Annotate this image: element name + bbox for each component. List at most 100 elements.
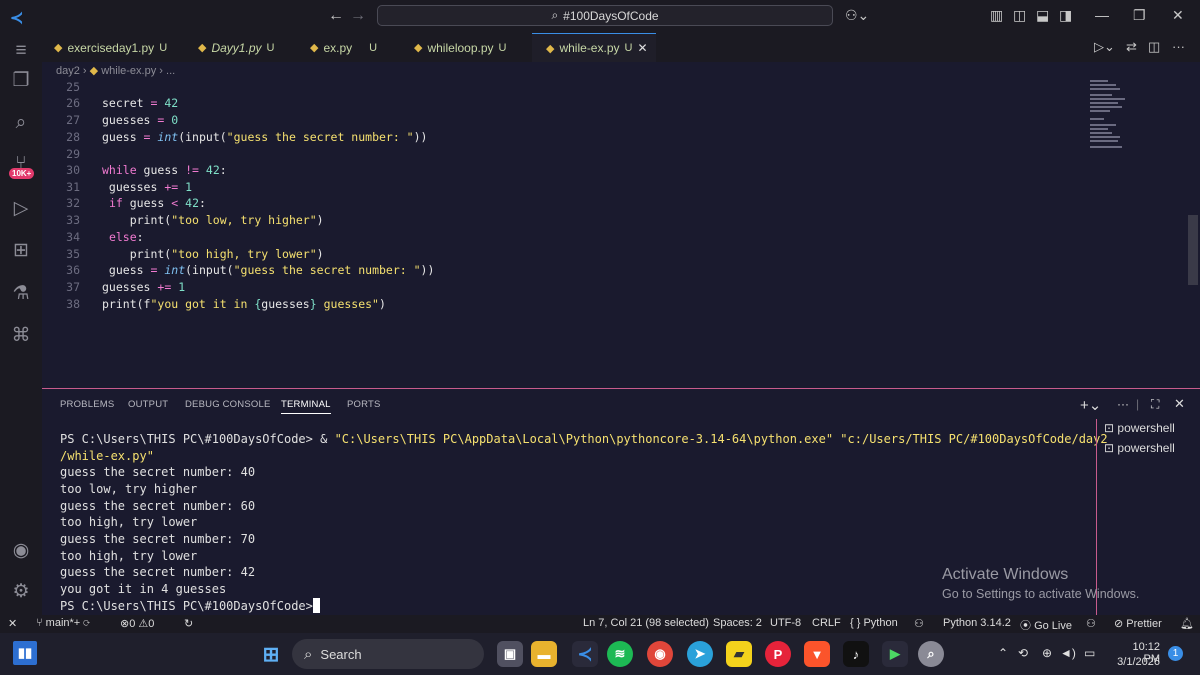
- code-line[interactable]: secret = 42: [102, 96, 178, 110]
- breadcrumb-folder[interactable]: day2: [56, 65, 80, 77]
- extensions-icon[interactable]: ⊞: [8, 238, 34, 264]
- back-arrow-icon[interactable]: ←: [328, 7, 344, 25]
- terminal-line[interactable]: guess the secret number: 42: [60, 565, 255, 579]
- go-live-button[interactable]: ⦿ Go Live: [1020, 617, 1072, 633]
- forward-arrow-icon[interactable]: →: [350, 7, 366, 25]
- sync-tray-icon[interactable]: ⟲: [1018, 646, 1028, 660]
- terminal-line[interactable]: guess the secret number: 70: [60, 532, 255, 546]
- widgets-icon[interactable]: ▮▮: [13, 641, 37, 665]
- terminal-line[interactable]: too low, try higher: [60, 482, 197, 496]
- pinterest-icon[interactable]: P: [765, 641, 791, 667]
- taskbar-search[interactable]: ⌕ Search: [292, 639, 484, 669]
- code-line[interactable]: print("too low, try higher"): [102, 213, 324, 227]
- notifications-bell-icon[interactable]: 🔔︎: [1180, 617, 1194, 630]
- terminal-line[interactable]: /while-ex.py": [60, 449, 154, 463]
- split-editor-icon[interactable]: ◫: [1148, 39, 1160, 55]
- new-terminal-icon[interactable]: +⌄: [1080, 396, 1101, 414]
- toggle-panel-icon[interactable]: ⬓: [1036, 7, 1049, 24]
- minimize-icon[interactable]: —: [1095, 7, 1109, 23]
- vscode-logo-icon[interactable]: ≺: [10, 8, 23, 28]
- command-search-box[interactable]: ⌕ #100DaysOfCode: [377, 5, 833, 26]
- maximize-panel-icon[interactable]: ⛶: [1151, 397, 1159, 412]
- terminal-instance[interactable]: ⊡ powershell: [1104, 421, 1175, 435]
- terminal-list-divider[interactable]: [1096, 419, 1097, 615]
- breadcrumb-more[interactable]: ...: [166, 65, 175, 77]
- code-line[interactable]: if guess < 42:: [102, 196, 206, 210]
- terminal-line[interactable]: guess the secret number: 40: [60, 465, 255, 479]
- code-line[interactable]: else:: [102, 230, 144, 244]
- python-icon[interactable]: ⌘: [8, 323, 34, 349]
- clock-date[interactable]: 3/1/2026: [1116, 656, 1160, 668]
- settings-gear-icon[interactable]: ⚙: [8, 579, 34, 605]
- toggle-sidebar-icon[interactable]: ◫: [1013, 7, 1026, 24]
- copilot-status-icon[interactable]: ⚇: [914, 617, 924, 630]
- language-globe-icon[interactable]: ⊕: [1042, 646, 1052, 660]
- notification-count-badge[interactable]: 1: [1168, 646, 1183, 661]
- terminal-line[interactable]: you got it in 4 guesses: [60, 582, 226, 596]
- tab-exerciseday1[interactable]: ◆ exerciseday1.py U: [54, 33, 167, 62]
- copilot-menu-icon[interactable]: ⚇: [1086, 617, 1096, 630]
- tab-terminal[interactable]: TERMINAL: [281, 399, 331, 414]
- task-view-icon[interactable]: ▣: [497, 641, 523, 667]
- terminal-line[interactable]: PS C:\Users\THIS PC\#100DaysOfCode> & "C…: [60, 432, 1108, 446]
- python-interpreter[interactable]: Python 3.14.2: [943, 617, 1011, 629]
- tab-output[interactable]: OUTPUT: [128, 399, 168, 410]
- encoding[interactable]: UTF-8: [770, 617, 801, 629]
- prettier-status[interactable]: ⊘ Prettier: [1114, 617, 1162, 630]
- code-line[interactable]: guesses += 1: [102, 280, 185, 294]
- close-panel-icon[interactable]: ✕: [1174, 396, 1185, 412]
- language-mode[interactable]: { } Python: [850, 617, 898, 629]
- terminal-line[interactable]: too high, try lower: [60, 549, 197, 563]
- tab-dayy1[interactable]: ◆ Dayy1.py U: [198, 33, 274, 62]
- tab-while-ex[interactable]: ◆ while-ex.py U ✕: [532, 33, 656, 62]
- show-hidden-icons[interactable]: ⌃: [998, 646, 1008, 660]
- branch-indicator[interactable]: ⑂ main*+ ⟳: [36, 617, 90, 629]
- tab-ports[interactable]: PORTS: [347, 399, 381, 410]
- terminal-line[interactable]: guess the secret number: 60: [60, 499, 255, 513]
- vscode-taskbar-icon[interactable]: ≺: [572, 641, 598, 667]
- search-icon[interactable]: ⌕: [8, 110, 34, 136]
- volume-icon[interactable]: ◄): [1060, 646, 1076, 660]
- account-icon[interactable]: ◉: [8, 538, 34, 564]
- terminal-prompt[interactable]: PS C:\Users\THIS PC\#100DaysOfCode>: [60, 599, 320, 613]
- testing-icon[interactable]: ⚗: [8, 281, 34, 307]
- code-line[interactable]: guesses += 1: [102, 180, 192, 194]
- editor-scrollbar[interactable]: [1188, 215, 1198, 285]
- tab-whileloop[interactable]: ◆ whileloop.py U: [414, 33, 506, 62]
- cursor-position[interactable]: Ln 7, Col 21 (98 selected): [583, 617, 709, 629]
- menu-icon[interactable]: ≡: [8, 38, 34, 64]
- problems-indicator[interactable]: ⊗0 ⚠0: [120, 617, 154, 630]
- battery-icon[interactable]: ▭: [1084, 646, 1095, 660]
- chrome-icon[interactable]: ◉: [647, 641, 673, 667]
- compare-changes-icon[interactable]: ⇄: [1126, 39, 1137, 55]
- file-explorer-icon[interactable]: ▬: [531, 641, 557, 667]
- close-window-icon[interactable]: ✕: [1172, 7, 1184, 24]
- tab-problems[interactable]: PROBLEMS: [60, 399, 114, 410]
- breadcrumb-file[interactable]: while-ex.py: [101, 65, 156, 77]
- tab-ex[interactable]: ◆ ex.py U: [310, 33, 377, 62]
- tab-debug-console[interactable]: DEBUG CONSOLE: [185, 399, 270, 410]
- telegram-icon[interactable]: ➤: [687, 641, 713, 667]
- explorer-icon[interactable]: ❐: [8, 68, 34, 94]
- remote-icon[interactable]: ✕: [8, 617, 17, 630]
- history-icon[interactable]: ↻: [184, 617, 193, 630]
- minimap[interactable]: [1088, 76, 1188, 156]
- copilot-icon[interactable]: ⚇⌄: [845, 7, 869, 24]
- brave-icon[interactable]: ▼: [804, 641, 830, 667]
- indentation[interactable]: Spaces: 2: [713, 617, 762, 629]
- close-tab-icon[interactable]: ✕: [637, 41, 647, 55]
- code-line[interactable]: while guess != 42:: [102, 163, 227, 177]
- code-line[interactable]: guess = int(input("guess the secret numb…: [102, 263, 434, 277]
- play-store-icon[interactable]: ▶: [882, 641, 908, 667]
- run-icon[interactable]: ▷⌄: [1094, 39, 1115, 55]
- toggle-secondary-sidebar-icon[interactable]: ◨: [1059, 7, 1072, 24]
- terminal-instance[interactable]: ⊡ powershell: [1104, 441, 1175, 455]
- end-of-line[interactable]: CRLF: [812, 617, 841, 629]
- start-icon[interactable]: ⊞: [258, 641, 284, 667]
- panel-more-icon[interactable]: ···: [1117, 397, 1129, 411]
- run-debug-icon[interactable]: ▷: [8, 196, 34, 222]
- more-actions-icon[interactable]: ···: [1172, 39, 1185, 54]
- restore-icon[interactable]: ❐: [1133, 7, 1146, 24]
- code-line[interactable]: guess = int(input("guess the secret numb…: [102, 130, 427, 144]
- terminal-line[interactable]: too high, try lower: [60, 515, 197, 529]
